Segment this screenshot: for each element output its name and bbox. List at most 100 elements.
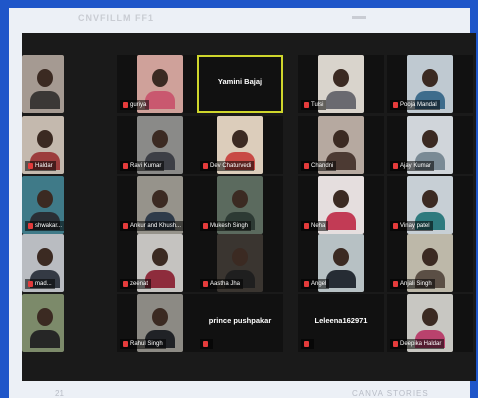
participant-name-label: Dev Chaturvedi bbox=[210, 163, 252, 169]
participant-name-tag: zeenat bbox=[120, 279, 152, 289]
participant-tile[interactable]: Leleena162971 bbox=[298, 294, 384, 352]
participant-name-tag: Mukesh Singh bbox=[200, 221, 252, 231]
participant-name-label: Deepika Haldar bbox=[400, 341, 442, 347]
participant-name-label: Ankur and Khush... bbox=[130, 223, 182, 229]
participant-tile[interactable]: Mukesh Singh bbox=[197, 176, 283, 234]
edge-left-tile[interactable] bbox=[22, 55, 64, 113]
participant-name-label: Aastha Jha bbox=[210, 281, 241, 287]
participant-tile[interactable]: Anjali Singh bbox=[387, 234, 473, 292]
participant-tile[interactable]: Dev Chaturvedi bbox=[197, 116, 283, 174]
participant-tile[interactable]: Vinay patel bbox=[387, 176, 473, 234]
participant-name-tag: Tulsi bbox=[301, 100, 327, 110]
participant-tile[interactable]: guriya bbox=[117, 55, 203, 113]
participant-name-label: Ravi Kumar bbox=[130, 163, 162, 169]
participant-tile[interactable]: zeenat bbox=[117, 234, 203, 292]
participant-name-tag: guriya bbox=[120, 100, 150, 110]
participant-name-tag: Dev Chaturvedi bbox=[200, 161, 255, 171]
participant-body bbox=[326, 91, 356, 109]
participant-name-tag: Angel bbox=[301, 279, 330, 289]
participant-head bbox=[422, 130, 438, 148]
edge-left-tile[interactable] bbox=[22, 294, 64, 352]
footer-brand: CANVA STORIES bbox=[352, 389, 429, 398]
mic-muted-icon bbox=[203, 281, 208, 287]
participant-head bbox=[422, 308, 438, 326]
participant-tile[interactable]: Neha bbox=[298, 176, 384, 234]
participant-name-tag: Pooja Mandal bbox=[390, 100, 440, 110]
mic-muted-icon bbox=[28, 281, 33, 287]
mic-muted-icon bbox=[393, 163, 398, 169]
participant-head bbox=[152, 69, 168, 87]
participant-name-tag: Anjali Singh bbox=[390, 279, 435, 289]
arrow-icon bbox=[352, 16, 366, 19]
participant-name-label: Ajay Kumar bbox=[400, 163, 432, 169]
participant-name-tag bbox=[200, 339, 213, 349]
participant-head bbox=[422, 190, 438, 208]
mic-muted-icon bbox=[203, 223, 208, 229]
participant-name-label: Chandni bbox=[311, 163, 334, 169]
participant-head bbox=[37, 69, 53, 87]
participant-head bbox=[333, 130, 349, 148]
participant-name-label: zeenat bbox=[130, 281, 149, 287]
mic-muted-icon bbox=[393, 341, 398, 347]
participant-tile[interactable]: Ajay Kumar bbox=[387, 116, 473, 174]
participant-name-tag: Neha bbox=[301, 221, 329, 231]
footer-page-number: 21 bbox=[55, 389, 64, 398]
participant-name-tag: shwakar... bbox=[25, 221, 64, 231]
participant-name-label: shwakar... bbox=[35, 223, 63, 229]
participant-tile[interactable]: Deepika Haldar bbox=[387, 294, 473, 352]
participant-head bbox=[152, 190, 168, 208]
participant-tile[interactable]: prince pushpakar bbox=[197, 294, 283, 352]
participant-name-tag: Rahul Singh bbox=[120, 339, 166, 349]
participant-tile[interactable]: Aastha Jha bbox=[197, 234, 283, 292]
participant-tile[interactable]: Yamini Bajaj bbox=[197, 55, 283, 113]
participant-head bbox=[152, 130, 168, 148]
participant-tile[interactable]: Ravi Kumar bbox=[117, 116, 203, 174]
mic-muted-icon bbox=[393, 223, 398, 229]
participant-head bbox=[422, 248, 438, 266]
participant-tile[interactable]: Tulsi bbox=[298, 55, 384, 113]
participant-name-tag: Ajay Kumar bbox=[390, 161, 435, 171]
mic-muted-icon bbox=[304, 223, 309, 229]
participant-name-tag: Vinay patel bbox=[390, 221, 433, 231]
participant-tile[interactable]: Angel bbox=[298, 234, 384, 292]
participant-name-label: Anjali Singh bbox=[400, 281, 432, 287]
participant-head bbox=[232, 130, 248, 148]
participant-name-center: Leleena162971 bbox=[314, 316, 368, 325]
participant-name-tag: Chandni bbox=[301, 161, 337, 171]
header-title: CNVFILLM FF1 bbox=[78, 13, 154, 23]
mic-muted-icon bbox=[304, 102, 309, 108]
edge-left-tile[interactable]: Haldar bbox=[22, 116, 64, 174]
edge-left-tile[interactable]: shwakar... bbox=[22, 176, 64, 234]
participant-head bbox=[333, 248, 349, 266]
mic-muted-icon bbox=[393, 281, 398, 287]
participant-head bbox=[152, 308, 168, 326]
participant-body bbox=[30, 330, 60, 348]
participant-name-label: mad... bbox=[35, 281, 52, 287]
mic-muted-icon bbox=[304, 281, 309, 287]
participant-body bbox=[145, 91, 175, 109]
participant-name-label: guriya bbox=[130, 102, 147, 108]
participant-name-label: Neha bbox=[311, 223, 326, 229]
participant-name-tag bbox=[301, 339, 314, 349]
participant-name-tag: mad... bbox=[25, 279, 55, 289]
participant-head bbox=[333, 190, 349, 208]
participant-head bbox=[37, 248, 53, 266]
participant-name-label: Rahul Singh bbox=[130, 341, 163, 347]
participant-name-label: Vinay patel bbox=[400, 223, 430, 229]
mic-muted-icon bbox=[123, 281, 128, 287]
mic-muted-icon bbox=[304, 163, 309, 169]
participant-tile[interactable]: Rahul Singh bbox=[117, 294, 203, 352]
participant-head bbox=[422, 69, 438, 87]
mic-muted-icon bbox=[203, 341, 208, 347]
participant-tile[interactable]: Pooja Mandal bbox=[387, 55, 473, 113]
participant-tile[interactable]: Chandni bbox=[298, 116, 384, 174]
participant-body bbox=[326, 270, 356, 288]
participant-head bbox=[37, 190, 53, 208]
edge-left-tile[interactable]: mad... bbox=[22, 234, 64, 292]
participant-video bbox=[22, 55, 64, 113]
participant-name-tag: Ankur and Khush... bbox=[120, 221, 185, 231]
participant-head bbox=[37, 130, 53, 148]
video-grid: guriya Yamini Bajaj Tulsi Pooja Mandal Halda… bbox=[22, 33, 476, 381]
participant-name-center: prince pushpakar bbox=[208, 316, 272, 325]
participant-tile[interactable]: Ankur and Khush... bbox=[117, 176, 203, 234]
